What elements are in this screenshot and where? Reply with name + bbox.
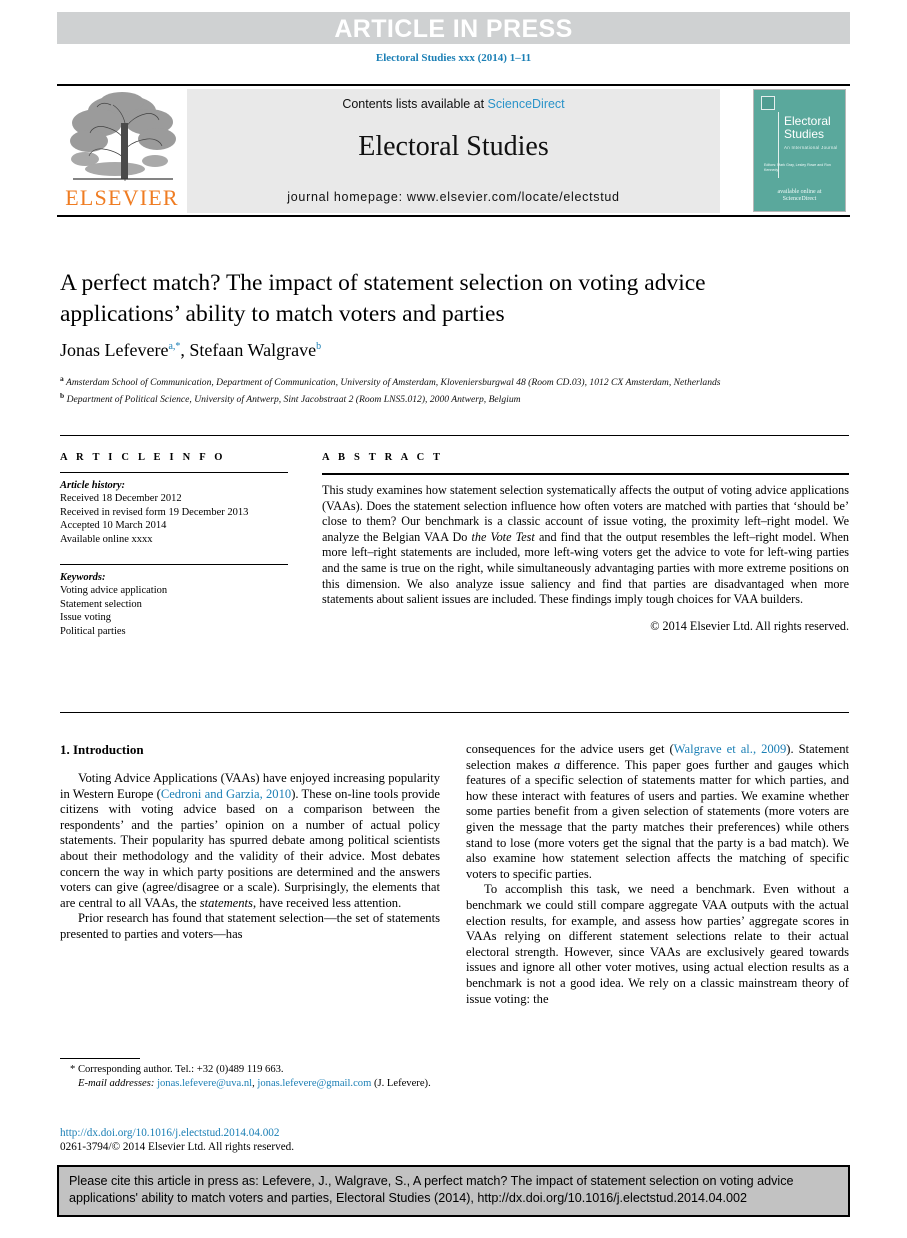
email-link-1[interactable]: jonas.lefevere@uva.nl <box>157 1078 252 1089</box>
journal-homepage-line[interactable]: journal homepage: www.elsevier.com/locat… <box>187 190 720 204</box>
article-history-online: Available online xxxx <box>60 533 153 545</box>
cover-logo-text: ScienceDirect <box>782 196 817 202</box>
cover-editors: Editors: Mark Gray, Lesley Rowe and Ron … <box>764 163 831 172</box>
citation-link[interactable]: Walgrave et al., 2009 <box>674 742 787 756</box>
body-column-left: 1. Introduction Voting Advice Applicatio… <box>60 742 440 943</box>
doi-block: http://dx.doi.org/10.1016/j.electstud.20… <box>60 1126 443 1154</box>
keyword-3: Issue voting <box>60 612 112 623</box>
article-info-column: A R T I C L E I N F O Article history: R… <box>60 452 288 638</box>
abstract-copyright: © 2014 Elsevier Ltd. All rights reserved… <box>650 618 849 633</box>
sciencedirect-link[interactable]: ScienceDirect <box>488 97 565 111</box>
affiliation-b: b Department of Political Science, Unive… <box>60 390 850 407</box>
elsevier-tree-icon <box>70 92 176 181</box>
contents-panel: Contents lists available at ScienceDirec… <box>187 89 720 213</box>
issn-copyright-line: 0261-3794/© 2014 Elsevier Ltd. All right… <box>60 1141 295 1153</box>
article-history-accepted: Accepted 10 March 2014 <box>60 520 167 531</box>
affiliation-text-a: Amsterdam School of Communication, Depar… <box>65 377 721 389</box>
emphasis-text: statements <box>199 895 253 910</box>
journal-cover-thumbnail: Electoral Studies An International Journ… <box>753 89 846 212</box>
affiliation-mark-a: a <box>60 374 64 383</box>
paragraph-right-2: To accomplish this task, we need a bench… <box>466 882 849 1007</box>
affiliation-text-b: Department of Political Science, Univers… <box>66 393 521 405</box>
footnote-block: * Corresponding author. Tel.: +32 (0)489… <box>60 1063 443 1090</box>
author-name-2: Stefaan Walgrave <box>189 340 317 360</box>
corresponding-author-note: * Corresponding author. Tel.: +32 (0)489… <box>70 1064 284 1075</box>
article-info-heading: A R T I C L E I N F O <box>60 452 226 463</box>
affiliation-a: a Amsterdam School of Communication, Dep… <box>60 373 850 390</box>
abstract-rule <box>322 473 849 475</box>
email-addresses-label: E-mail addresses: <box>78 1077 155 1089</box>
journal-reference-line: Electoral Studies xxx (2014) 1–11 <box>375 52 532 64</box>
author-list: Jonas Lefeverea,*, Stefaan Walgraveb <box>60 340 322 360</box>
cover-sciencedirect-logo: available online at ScienceDirect <box>754 189 845 203</box>
email-author-tail: (J. Lefevere). <box>371 1077 431 1089</box>
keyword-1: Voting advice application <box>60 585 168 596</box>
section-heading-introduction: 1. Introduction <box>60 742 144 757</box>
doi-link[interactable]: http://dx.doi.org/10.1016/j.electstud.20… <box>60 1126 443 1140</box>
affiliation-mark-b: b <box>60 390 65 400</box>
abstract-column: A B S T R A C T This study examines how … <box>322 452 849 634</box>
citation-link[interactable]: Cedroni and Garzia, 2010 <box>161 787 291 801</box>
paper-page: ARTICLE IN PRESS Electoral Studies xxx (… <box>0 0 907 1238</box>
elsevier-logo: ELSEVIER <box>61 89 183 213</box>
cover-logo-top: available online at <box>777 189 822 195</box>
paragraph-left-1: Voting Advice Applications (VAAs) have e… <box>60 771 440 911</box>
article-in-press-label: ARTICLE IN PRESS <box>334 15 573 43</box>
body-column-right: consequences for the advice users get (W… <box>466 742 849 1007</box>
text-run: difference. This paper goes further and … <box>466 757 849 881</box>
text-run: To accomplish this task, we need a bench… <box>466 882 849 1006</box>
article-in-press-banner: ARTICLE IN PRESS <box>57 12 850 44</box>
cover-journal-title: Electoral Studies <box>784 115 844 141</box>
please-cite-text: Please cite this article in press as: Le… <box>69 1174 794 1205</box>
keywords-label: Keywords: <box>60 572 106 583</box>
contents-lists-line: Contents lists available at ScienceDirec… <box>187 97 720 111</box>
please-cite-box: Please cite this article in press as: Le… <box>57 1165 850 1217</box>
cover-title-line-2: Studies <box>784 127 825 141</box>
cover-corner-mark-icon <box>761 96 775 110</box>
paragraph-right-1: consequences for the advice users get (W… <box>466 742 849 882</box>
text-run: consequences for the advice users get ( <box>466 742 674 756</box>
author-marks-2: b <box>316 341 322 352</box>
paragraph-left-2: Prior research has found that statement … <box>60 911 440 942</box>
text-run: Prior research has found that statement … <box>60 911 440 941</box>
text-run: ). These on-line tools provide citizens … <box>60 786 440 910</box>
page-title: A perfect match? The impact of statement… <box>60 270 706 327</box>
article-history-received: Received 18 December 2012 <box>60 493 182 504</box>
text-run: , have received less attention. <box>252 895 402 910</box>
author-marks-1: a,* <box>168 341 181 352</box>
email-note: E-mail addresses: jonas.lefevere@uva.nl,… <box>60 1077 443 1091</box>
footnote-divider <box>60 1058 140 1059</box>
elsevier-wordmark: ELSEVIER <box>65 185 179 210</box>
article-info-spacer <box>60 546 288 562</box>
abstract-italic-title: the Vote Test <box>471 529 535 544</box>
keyword-2: Statement selection <box>60 598 142 610</box>
article-history-revised: Received in revised form 19 December 201… <box>60 506 249 518</box>
divider-above-abstract <box>60 435 849 436</box>
contents-prefix: Contents lists available at <box>342 97 488 111</box>
divider-below-abstract <box>60 712 849 713</box>
cover-subtitle: An International Journal <box>784 145 838 150</box>
keywords-rule <box>60 564 288 565</box>
email-link-2[interactable]: jonas.lefevere@gmail.com <box>257 1078 371 1089</box>
abstract-heading: A B S T R A C T <box>322 452 444 463</box>
article-info-rule <box>60 472 288 473</box>
abstract-text: This study examines how statement select… <box>322 483 849 608</box>
author-name-1: Jonas Lefevere <box>60 340 169 360</box>
journal-masthead: ELSEVIER Contents lists available at Sci… <box>57 84 850 217</box>
article-history-label: Article history: <box>60 480 126 491</box>
journal-title: Electoral Studies <box>358 131 549 162</box>
affiliation-list: a Amsterdam School of Communication, Dep… <box>60 373 850 406</box>
keyword-4: Political parties <box>60 625 126 637</box>
